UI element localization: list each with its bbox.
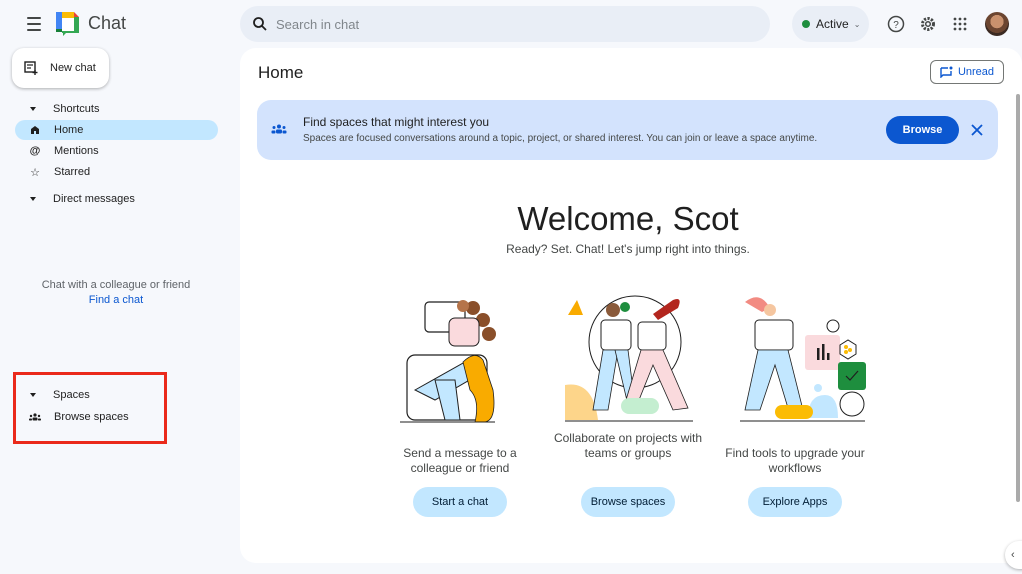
annotation-highlight-box <box>13 372 167 444</box>
close-icon <box>971 124 983 136</box>
welcome-subtitle: Ready? Set. Chat! Let's jump right into … <box>506 242 750 256</box>
unread-filter-button[interactable]: Unread <box>930 60 1004 84</box>
explore-apps-button[interactable]: Explore Apps <box>748 487 842 517</box>
browse-spaces-card: Collaborate on projects with teams or gr… <box>553 290 703 517</box>
card-description: Send a message to a colleague or friend <box>403 446 517 475</box>
team-collaboration-illustration <box>565 295 693 422</box>
person-with-dog-chat-illustration <box>400 300 496 423</box>
apps-tools-illustration <box>740 297 866 422</box>
sidebar-item-starred[interactable]: ☆ Starred <box>15 162 218 182</box>
top-bar: Chat Active ⌄ ? <box>0 0 1022 48</box>
close-banner-button[interactable] <box>967 120 987 140</box>
browse-button[interactable]: Browse <box>886 116 959 144</box>
explore-apps-card: Find tools to upgrade your workflows Exp… <box>720 290 870 517</box>
banner-title: Find spaces that might interest you <box>303 115 490 129</box>
status-selector[interactable]: Active ⌄ <box>792 6 869 42</box>
account-avatar[interactable] <box>985 12 1009 36</box>
sidebar-item-label: Mentions <box>54 145 99 157</box>
search-input[interactable] <box>276 16 746 32</box>
home-icon <box>29 125 41 135</box>
hamburger-menu-icon[interactable] <box>22 12 46 36</box>
caret-down-icon <box>30 107 36 111</box>
new-chat-button[interactable]: New chat <box>12 48 109 88</box>
help-icon[interactable]: ? <box>884 12 908 36</box>
chevron-down-icon: ⌄ <box>853 19 861 29</box>
shortcuts-label: Shortcuts <box>53 103 100 115</box>
direct-messages-section-toggle[interactable]: Direct messages <box>30 193 135 205</box>
google-chat-logo[interactable] <box>55 11 81 37</box>
apps-grid-icon[interactable] <box>948 12 972 36</box>
banner-text: Spaces are focused conversations around … <box>303 133 818 144</box>
active-status-dot <box>802 20 810 28</box>
new-chat-label: New chat <box>50 62 96 74</box>
find-a-chat-link[interactable]: Find a chat <box>0 293 232 308</box>
unread-icon <box>940 66 953 78</box>
app-title: Chat <box>88 13 127 33</box>
at-icon: @ <box>29 145 41 157</box>
find-spaces-banner: Find spaces that might interest you Spac… <box>257 100 998 160</box>
main-scrollbar[interactable] <box>1016 94 1020 502</box>
browse-spaces-button[interactable]: Browse spaces <box>581 487 675 517</box>
search-bar[interactable] <box>240 6 770 42</box>
shortcuts-section-toggle[interactable]: Shortcuts <box>30 103 99 115</box>
caret-down-icon <box>30 197 36 201</box>
side-panel-toggle[interactable]: ‹ <box>1005 541 1022 569</box>
unread-label: Unread <box>957 66 995 78</box>
svg-text:?: ? <box>893 20 899 31</box>
card-description: Find tools to upgrade your workflows <box>725 446 865 475</box>
empty-state-text: Chat with a colleague or friend <box>41 279 191 291</box>
direct-messages-label: Direct messages <box>53 193 135 205</box>
sidebar-item-label: Home <box>54 124 84 136</box>
sidebar-item-mentions[interactable]: @ Mentions <box>15 141 218 161</box>
chevron-left-icon: ‹ <box>1011 549 1015 561</box>
groups-icon <box>271 124 287 134</box>
direct-messages-empty-state: Chat with a colleague or friend Find a c… <box>0 278 232 308</box>
start-a-chat-button[interactable]: Start a chat <box>413 487 507 517</box>
page-title: Home <box>258 63 304 82</box>
search-icon <box>253 17 267 31</box>
sidebar-item-home[interactable]: Home <box>15 120 218 140</box>
main-panel: Home Unread Find spaces that might inter… <box>240 48 1022 563</box>
status-label: Active <box>816 17 849 31</box>
card-description: Collaborate on projects with teams or gr… <box>553 431 703 460</box>
welcome-heading: Welcome, Scot <box>517 200 739 237</box>
start-chat-card: Send a message to a colleague or friend … <box>385 290 535 517</box>
sidebar-item-label: Starred <box>54 166 91 178</box>
star-icon: ☆ <box>30 166 40 179</box>
new-chat-icon <box>24 61 38 75</box>
settings-icon[interactable] <box>916 12 940 36</box>
